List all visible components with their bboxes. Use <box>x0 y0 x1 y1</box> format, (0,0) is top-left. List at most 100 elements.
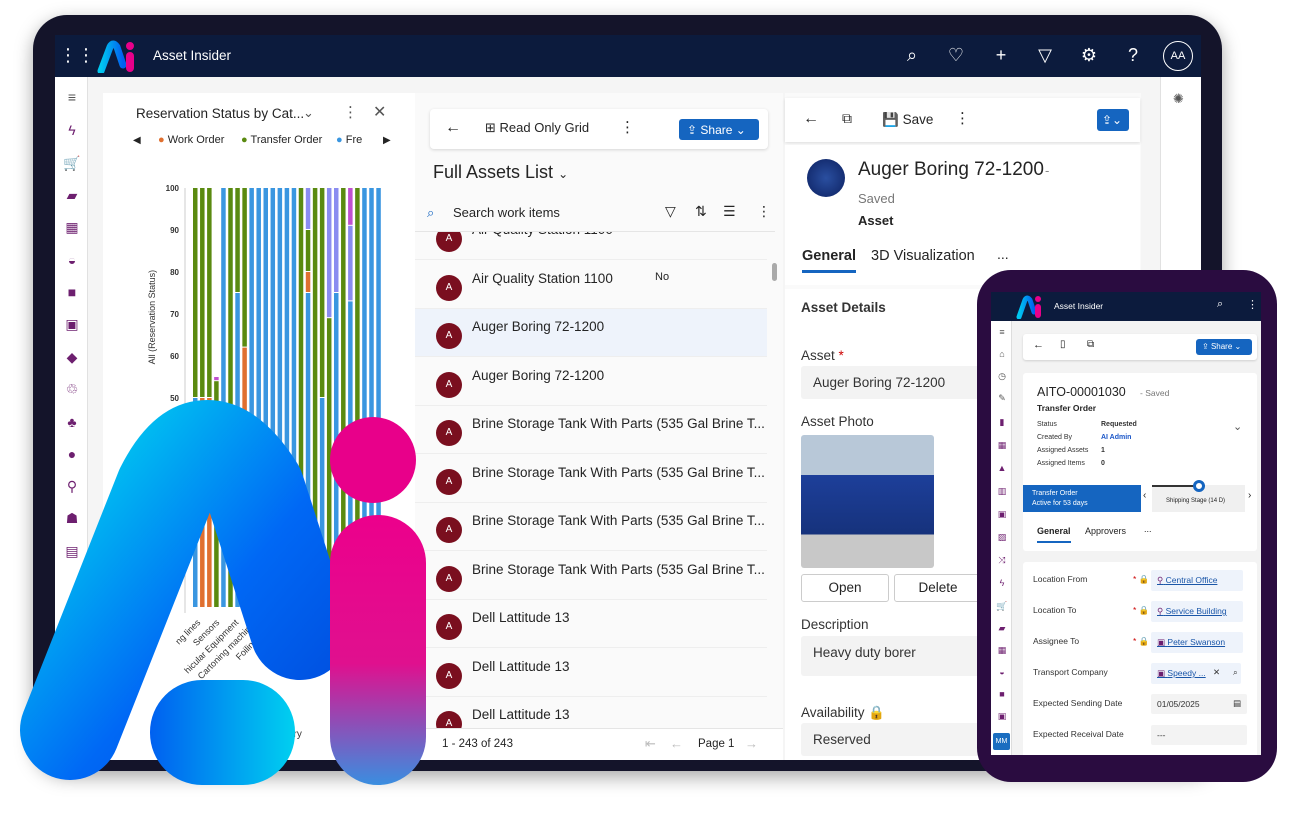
tab-general[interactable]: General <box>802 248 856 273</box>
more-icon[interactable]: ⋮ <box>1247 298 1258 311</box>
user-avatar[interactable]: MM <box>993 733 1010 750</box>
tab-approvers[interactable]: Approvers <box>1085 526 1126 536</box>
more-icon[interactable]: ⋮ <box>757 203 771 220</box>
tab-general[interactable]: General <box>1037 526 1071 543</box>
search-icon[interactable]: ⌕ <box>1217 298 1223 311</box>
sort-icon[interactable]: ⇅ <box>695 203 707 220</box>
ticket-icon[interactable]: ▰ <box>995 623 1009 634</box>
calendar-icon[interactable]: ▦ <box>62 219 82 236</box>
stage-prev-icon[interactable]: ‹ <box>1143 490 1146 501</box>
list-item[interactable]: A Auger Boring 72-1200 <box>415 358 767 406</box>
box-icon[interactable]: ▣ <box>62 316 82 333</box>
list-item[interactable]: A Brine Storage Tank With Parts (535 Gal … <box>415 455 767 503</box>
cart-icon[interactable]: 🛒 <box>995 601 1009 612</box>
handshake-icon[interactable]: ◒ <box>995 667 1009 677</box>
list-item[interactable]: A Dell Lattitude 13 <box>415 600 767 648</box>
bar-segment <box>235 188 240 292</box>
plus-icon[interactable]: + <box>990 45 1012 66</box>
recycle-icon[interactable]: ♲ <box>62 381 82 398</box>
document-icon[interactable]: ▯ <box>1060 339 1066 350</box>
lightning-icon[interactable]: ϟ <box>62 122 82 138</box>
form-label: Transport Company <box>1033 667 1108 677</box>
date-field[interactable]: --- <box>1151 725 1247 745</box>
summary-value[interactable]: AI Admin <box>1101 434 1131 441</box>
lightbulb-icon[interactable]: ♡ <box>945 45 967 66</box>
back-arrow-icon[interactable]: ← <box>1033 339 1044 351</box>
list-item[interactable]: A Brine Storage Tank With Parts (535 Gal … <box>415 552 767 600</box>
tab-more[interactable]: ... <box>997 246 1009 262</box>
stage-next[interactable]: Shipping Stage (14 D) <box>1152 480 1245 512</box>
list-item[interactable]: A Dell Lattitude 13 <box>415 649 767 697</box>
delete-photo-button[interactable]: Delete <box>894 574 982 602</box>
scrollbar[interactable] <box>772 263 777 281</box>
expand-chevron-icon[interactable]: ⌄ <box>1233 420 1242 433</box>
stage-active[interactable]: Transfer Order Active for 53 days <box>1023 485 1141 512</box>
list-item[interactable]: A Dell Lattitude 13 <box>415 697 767 728</box>
list-item[interactable]: A Air Quality Station 1100 <box>415 232 767 260</box>
lookup-field[interactable]: ⚲ Service Building <box>1151 601 1243 622</box>
list-title[interactable]: Full Assets List ⌄ <box>433 162 568 183</box>
tab-3d-visualization[interactable]: 3D Visualization <box>871 248 975 264</box>
lookup-field[interactable]: ▣ Peter Swanson <box>1151 632 1243 653</box>
more-icon[interactable]: ⋮ <box>620 118 635 136</box>
calendar-icon[interactable]: ▦ <box>995 645 1009 656</box>
open-new-window-icon[interactable]: ⧉ <box>842 110 852 127</box>
gear-icon[interactable]: ⚙ <box>1078 45 1100 66</box>
user-avatar[interactable]: AA <box>1163 41 1193 71</box>
handshake-icon[interactable]: ◒ <box>62 252 82 268</box>
app-title: Asset Insider <box>153 48 232 63</box>
column-options-icon[interactable]: ☰ <box>723 203 736 220</box>
table-icon[interactable]: ■ <box>995 689 1009 699</box>
filter-icon[interactable]: ▽ <box>665 203 676 220</box>
back-arrow-icon[interactable]: ← <box>803 110 819 128</box>
list-item[interactable]: A Brine Storage Tank With Parts (535 Gal … <box>415 503 767 551</box>
search-input[interactable]: Search work items <box>453 205 560 220</box>
layers-icon[interactable]: ◆ <box>62 349 82 366</box>
image-add-icon[interactable]: ▨ <box>995 532 1009 543</box>
calendar-icon[interactable]: ▤ <box>1233 698 1241 709</box>
clear-icon[interactable]: ✕ <box>1213 667 1220 678</box>
hamburger-menu-icon[interactable]: ≡ <box>995 327 1009 337</box>
shuffle-icon[interactable]: ⤨ <box>995 555 1009 566</box>
report-icon[interactable]: ▣ <box>995 509 1009 520</box>
list-item[interactable]: A Air Quality Station 1100 <box>415 261 767 309</box>
prev-page-icon[interactable]: ← <box>670 736 683 751</box>
list-item[interactable]: A Auger Boring 72-1200 <box>415 309 767 357</box>
help-icon[interactable]: ? <box>1122 45 1144 66</box>
cart-icon[interactable]: 🛒 <box>62 155 82 172</box>
share-button[interactable]: ⇪ Share ⌄ <box>1196 339 1252 355</box>
home-icon[interactable]: ⌂ <box>995 349 1009 359</box>
chart-icon[interactable]: ▮ <box>995 417 1009 428</box>
lookup-field[interactable]: ▣ Speedy ... <box>1151 663 1241 684</box>
calendar-icon[interactable]: ▦ <box>995 440 1009 451</box>
box-icon[interactable]: ▣ <box>995 711 1009 722</box>
phone-record-header: AITO-00001030 - Saved Transfer Order Sta… <box>1023 373 1257 551</box>
ticket-icon[interactable]: ▰ <box>62 187 82 204</box>
search-icon[interactable]: ⌕ <box>901 45 923 66</box>
lightning-icon[interactable]: ϟ <box>995 578 1009 588</box>
more-icon[interactable]: ⋮ <box>955 109 970 127</box>
apps-grid-icon[interactable]: ⋮⋮ <box>59 45 95 66</box>
book-icon[interactable]: ▥ <box>995 486 1009 497</box>
open-photo-button[interactable]: Open <box>801 574 889 602</box>
search-icon[interactable]: ⌕ <box>1233 667 1238 678</box>
open-new-window-icon[interactable]: ⧉ <box>1087 339 1094 350</box>
share-button[interactable]: ⇪⌄ <box>1097 109 1129 131</box>
table-icon[interactable]: ■ <box>62 284 82 300</box>
pin-icon[interactable]: ✎ <box>995 393 1009 404</box>
hamburger-menu-icon[interactable]: ≡ <box>62 89 82 105</box>
first-page-icon[interactable]: ⇤ <box>645 736 656 752</box>
save-button[interactable]: 💾 Save <box>882 112 933 128</box>
lookup-field[interactable]: ⚲ Central Office <box>1151 570 1243 591</box>
tab-more[interactable]: ... <box>1144 524 1152 534</box>
recent-icon[interactable]: ◷ <box>995 371 1009 382</box>
stage-next-icon[interactable]: › <box>1248 490 1251 501</box>
share-button[interactable]: ⇪ Share ⌄ <box>679 119 759 140</box>
warning-icon[interactable]: ▲ <box>995 463 1009 473</box>
next-page-icon[interactable]: → <box>745 736 758 751</box>
grid-view-button[interactable]: ⊞ Read Only Grid <box>485 120 589 136</box>
back-arrow-icon[interactable]: ← <box>445 119 461 137</box>
copilot-icon[interactable]: ✺ <box>1173 91 1184 107</box>
filter-icon[interactable]: ▽ <box>1034 45 1056 66</box>
list-item[interactable]: A Brine Storage Tank With Parts (535 Gal … <box>415 406 767 454</box>
